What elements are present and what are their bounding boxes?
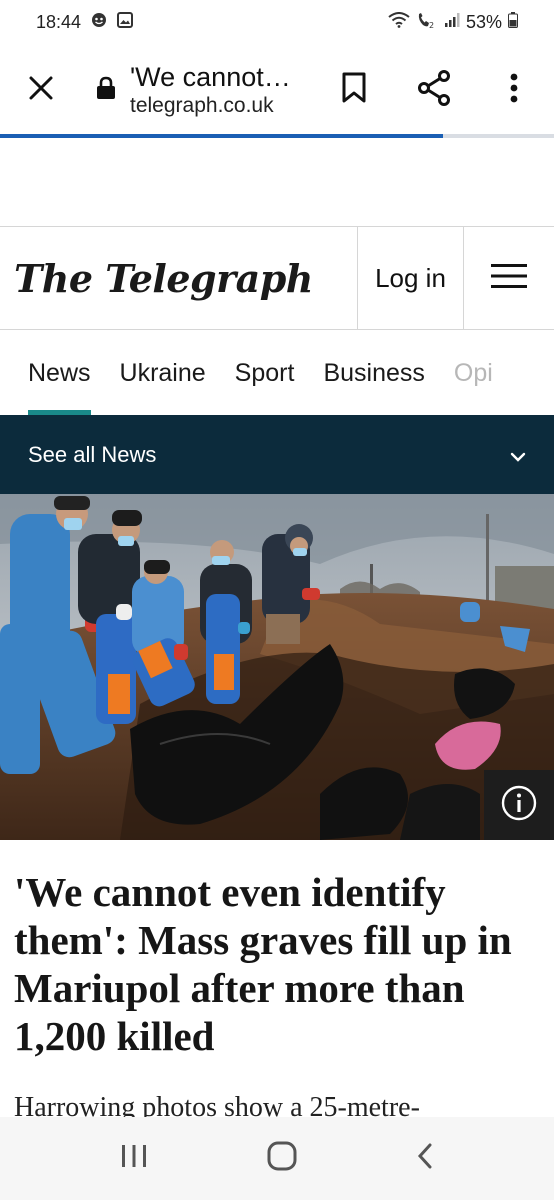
see-all-news-bar[interactable]: See all News [0, 415, 554, 494]
telegraph-logo[interactable]: The Telegraph [0, 256, 357, 301]
nav-item-opinion[interactable]: Opi [454, 331, 493, 415]
close-tab-button[interactable] [0, 44, 82, 136]
nav-item-business[interactable]: Business [323, 331, 424, 415]
login-button[interactable]: Log in [357, 226, 463, 330]
home-icon [267, 1141, 297, 1175]
system-nav-bar [0, 1117, 554, 1200]
section-nav: News Ukraine Sport Business Opi [0, 331, 554, 415]
nav-item-ukraine[interactable]: Ukraine [120, 331, 206, 415]
page-domain: telegraph.co.uk [130, 94, 274, 117]
volte-icon: 2 [416, 11, 438, 34]
site-header: The Telegraph Log in [0, 226, 554, 330]
nav-fade-overlay [494, 331, 554, 415]
share-button[interactable] [394, 44, 474, 136]
more-options-button[interactable] [474, 44, 554, 136]
article-headline: 'We cannot even identify them': Mass gra… [14, 869, 512, 1059]
back-button[interactable] [416, 1142, 434, 1175]
more-vert-icon [510, 73, 518, 108]
nav-item-sport[interactable]: Sport [235, 331, 295, 415]
battery-icon [508, 11, 518, 33]
see-all-news-label: See all News [28, 441, 157, 467]
chevron-down-icon [510, 442, 526, 468]
notification-dot-icon [91, 12, 107, 33]
close-icon [28, 75, 54, 106]
signal-icon [444, 12, 460, 33]
svg-text:2: 2 [429, 21, 434, 29]
page-load-progress [0, 134, 554, 138]
site-security-button[interactable] [82, 76, 130, 105]
bookmark-button[interactable] [314, 44, 394, 136]
info-icon [501, 785, 537, 826]
hero-photo [0, 494, 554, 840]
back-icon [416, 1143, 434, 1174]
status-time: 18:44 [36, 11, 82, 32]
home-button[interactable] [267, 1141, 297, 1176]
hamburger-icon [491, 263, 527, 294]
url-area[interactable]: 'We cannot… telegraph.co.uk [130, 62, 314, 118]
nav-item-news[interactable]: News [28, 331, 91, 415]
page-title: 'We cannot… [130, 62, 291, 92]
bookmark-icon [341, 72, 367, 109]
menu-button[interactable] [463, 226, 554, 330]
recent-apps-icon [120, 1145, 148, 1173]
status-bar: 18:44 2 53% [0, 0, 554, 44]
share-icon [417, 69, 451, 111]
browser-toolbar: 'We cannot… telegraph.co.uk [0, 44, 554, 136]
image-info-button[interactable] [484, 770, 554, 840]
battery-percent: 53% [465, 11, 502, 32]
image-icon [117, 11, 134, 33]
recent-apps-button[interactable] [120, 1143, 148, 1174]
wifi-icon [388, 11, 410, 33]
article-hero-image [0, 494, 554, 840]
lock-icon [96, 76, 116, 105]
page-load-progress-fill [0, 134, 444, 138]
